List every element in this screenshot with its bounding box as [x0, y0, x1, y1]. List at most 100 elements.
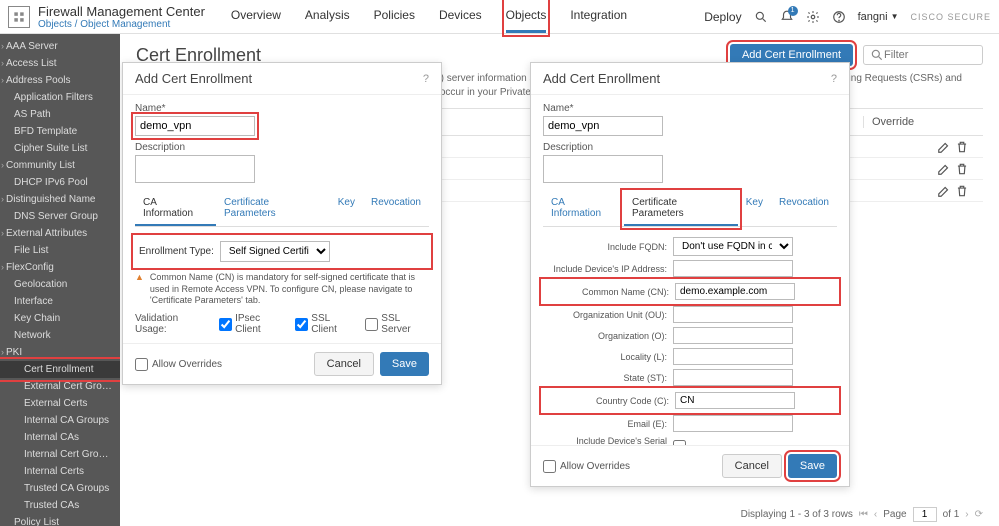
nav-devices[interactable]: Devices — [439, 0, 482, 33]
pager-next-icon[interactable]: › — [965, 509, 968, 520]
sidebar-item-dhcp-ipv6[interactable]: DHCP IPv6 Pool — [0, 174, 120, 191]
sidebar-item-geolocation[interactable]: Geolocation — [0, 276, 120, 293]
common-name-input[interactable] — [675, 283, 795, 300]
enrollment-type-select[interactable]: Self Signed Certificate — [220, 241, 330, 262]
sidebar-item-dns-group[interactable]: DNS Server Group — [0, 208, 120, 225]
deploy-link[interactable]: Deploy — [704, 10, 741, 24]
filter-box[interactable] — [863, 45, 983, 65]
sidebar-item-flexconfig[interactable]: FlexConfig — [0, 259, 120, 276]
ou-label: Organization Unit (OU): — [543, 310, 673, 320]
sidebar-item-community-list[interactable]: Community List — [0, 157, 120, 174]
pager-info: Displaying 1 - 3 of 3 rows — [741, 509, 853, 520]
delete-icon[interactable] — [955, 140, 969, 154]
tab-key[interactable]: Key — [330, 192, 363, 226]
help-icon[interactable]: ? — [831, 73, 837, 85]
sidebar-item-cipher-suite[interactable]: Cipher Suite List — [0, 140, 120, 157]
allow-overrides-checkbox[interactable]: Allow Overrides — [543, 460, 630, 473]
sidebar-item-interface[interactable]: Interface — [0, 293, 120, 310]
user-menu[interactable]: fangni▼ — [858, 11, 899, 23]
modal-title: Add Cert Enrollment — [543, 71, 660, 86]
tab-ca-info[interactable]: CA Information — [543, 192, 624, 226]
edit-icon[interactable] — [937, 162, 951, 176]
brand-label: CISCO SECURE — [910, 12, 991, 22]
tab-cert-params[interactable]: Certificate Parameters — [216, 192, 330, 226]
nav-policies[interactable]: Policies — [374, 0, 415, 33]
delete-icon[interactable] — [955, 184, 969, 198]
sidebar-item-pki[interactable]: PKI — [0, 344, 120, 361]
pager-prev-icon[interactable]: ‹ — [874, 509, 877, 520]
pager-page-input[interactable] — [913, 507, 937, 522]
ipsec-client-checkbox[interactable]: IPsec Client — [219, 313, 285, 335]
edit-icon[interactable] — [937, 184, 951, 198]
country-code-input[interactable] — [675, 392, 795, 409]
include-ip-input[interactable] — [673, 260, 793, 277]
breadcrumb[interactable]: Objects / Object Management — [38, 19, 205, 30]
cancel-button[interactable]: Cancel — [722, 454, 782, 478]
include-ip-label: Include Device's IP Address: — [543, 264, 673, 274]
include-fqdn-select[interactable]: Don't use FQDN in certificate — [673, 237, 793, 256]
sidebar-item-int-certs[interactable]: Internal Certs — [0, 463, 120, 480]
sidebar-item-network[interactable]: Network — [0, 327, 120, 344]
ssl-server-checkbox[interactable]: SSL Server — [365, 313, 429, 335]
tab-cert-params[interactable]: Certificate Parameters — [624, 192, 738, 226]
sidebar-item-app-filters[interactable]: Application Filters — [0, 89, 120, 106]
tab-revocation[interactable]: Revocation — [363, 192, 429, 226]
search-icon[interactable] — [754, 10, 768, 24]
pager-refresh-icon[interactable]: ⟳ — [975, 509, 983, 520]
validation-usage-label: Validation Usage: — [135, 313, 209, 335]
sidebar-item-policy-list[interactable]: Policy List — [0, 514, 120, 526]
pager-of-label: of 1 — [943, 509, 960, 520]
bell-icon[interactable]: 1 — [780, 10, 794, 24]
col-override: Override — [863, 116, 923, 128]
nav-overview[interactable]: Overview — [231, 0, 281, 33]
state-input[interactable] — [673, 369, 793, 386]
pager-page-label: Page — [883, 509, 906, 520]
tab-ca-info[interactable]: CA Information — [135, 192, 216, 226]
state-label: State (ST): — [543, 373, 673, 383]
sidebar-item-file-list[interactable]: File List — [0, 242, 120, 259]
save-button[interactable]: Save — [380, 352, 429, 376]
ou-input[interactable] — [673, 306, 793, 323]
locality-input[interactable] — [673, 348, 793, 365]
tab-revocation[interactable]: Revocation — [771, 192, 837, 226]
nav-analysis[interactable]: Analysis — [305, 0, 350, 33]
sidebar-item-ext-attr[interactable]: External Attributes — [0, 225, 120, 242]
cancel-button[interactable]: Cancel — [314, 352, 374, 376]
pager-first-icon[interactable]: ⏮ — [859, 509, 868, 520]
sidebar-item-trusted-cas[interactable]: Trusted CAs — [0, 497, 120, 514]
save-button[interactable]: Save — [788, 454, 837, 478]
gear-icon[interactable] — [806, 10, 820, 24]
ssl-client-checkbox[interactable]: SSL Client — [295, 313, 355, 335]
allow-overrides-checkbox[interactable]: Allow Overrides — [135, 358, 222, 371]
sidebar-item-ext-cert-groups[interactable]: External Cert Groups — [0, 378, 120, 395]
sidebar-item-ext-certs[interactable]: External Certs — [0, 395, 120, 412]
name-input[interactable] — [543, 116, 663, 136]
nav-integration[interactable]: Integration — [570, 0, 627, 33]
sidebar-item-int-cas[interactable]: Internal CAs — [0, 429, 120, 446]
sidebar-item-key-chain[interactable]: Key Chain — [0, 310, 120, 327]
name-input[interactable] — [135, 116, 255, 136]
serial-checkbox[interactable] — [673, 440, 686, 446]
org-input[interactable] — [673, 327, 793, 344]
description-input[interactable] — [135, 155, 255, 183]
help-icon[interactable]: ? — [423, 73, 429, 85]
sidebar-item-cert-enrollment[interactable]: Cert Enrollment — [0, 361, 120, 378]
delete-icon[interactable] — [955, 162, 969, 176]
sidebar-item-int-ca-groups[interactable]: Internal CA Groups — [0, 412, 120, 429]
description-input[interactable] — [543, 155, 663, 183]
nav-objects[interactable]: Objects — [506, 0, 547, 33]
sidebar-item-aaa-server[interactable]: AAA Server — [0, 38, 120, 55]
sidebar-item-trusted-ca-groups[interactable]: Trusted CA Groups — [0, 480, 120, 497]
sidebar-item-int-cert-groups[interactable]: Internal Cert Groups — [0, 446, 120, 463]
filter-input[interactable] — [884, 49, 974, 61]
sidebar-item-as-path[interactable]: AS Path — [0, 106, 120, 123]
email-input[interactable] — [673, 415, 793, 432]
sidebar-item-dn[interactable]: Distinguished Name — [0, 191, 120, 208]
tab-key[interactable]: Key — [738, 192, 771, 226]
serial-label: Include Device's Serial Number — [543, 436, 673, 445]
sidebar-item-access-list[interactable]: Access List — [0, 55, 120, 72]
sidebar-item-address-pools[interactable]: Address Pools — [0, 72, 120, 89]
sidebar-item-bfd-template[interactable]: BFD Template — [0, 123, 120, 140]
help-icon[interactable] — [832, 10, 846, 24]
edit-icon[interactable] — [937, 140, 951, 154]
